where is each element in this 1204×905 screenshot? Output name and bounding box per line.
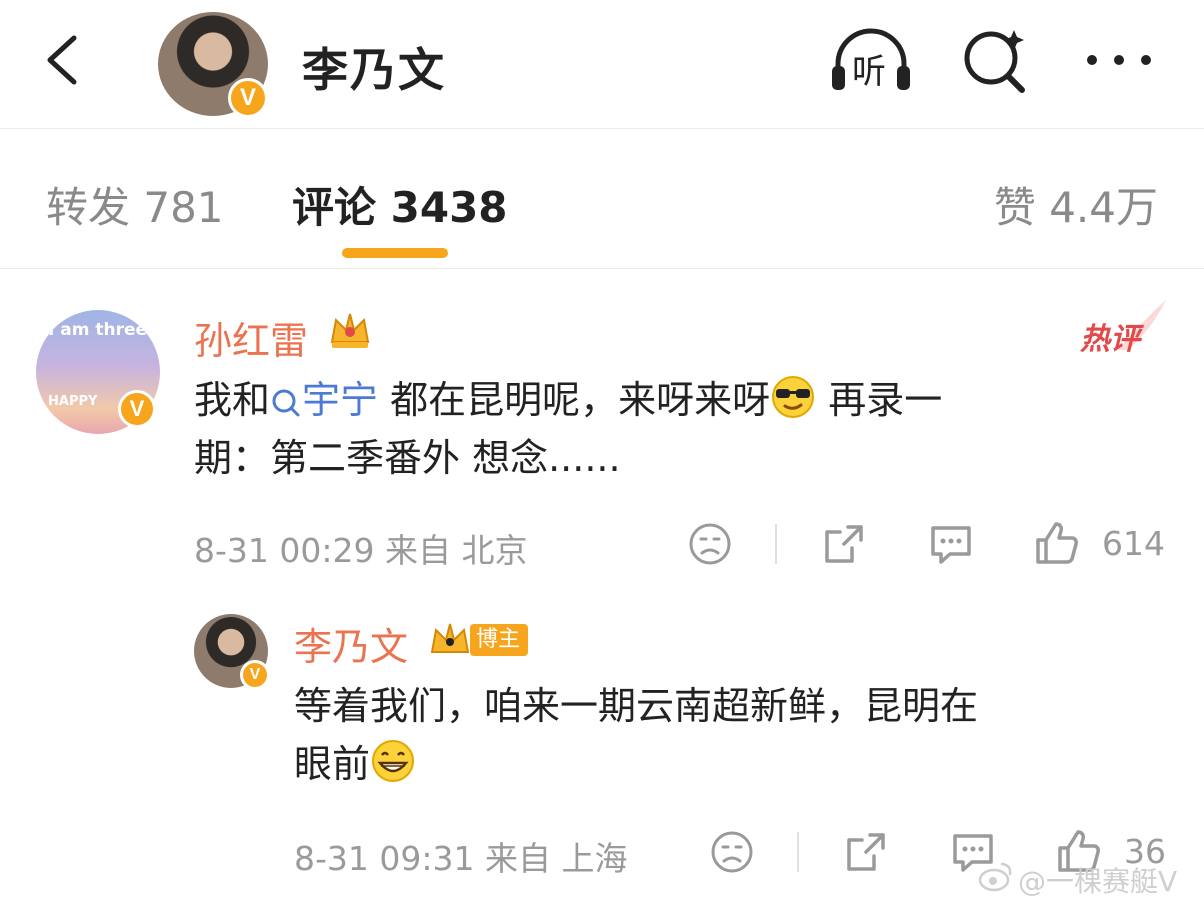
avatar-caption-2: HAPPY	[48, 394, 98, 409]
hot-comment-badge: 热评	[1080, 300, 1170, 360]
search-small-icon	[272, 389, 300, 417]
like-thumb-icon[interactable]	[1034, 520, 1080, 566]
comment-meta: 8-31 00:29 来自 北京	[194, 531, 528, 570]
dislike-face-icon[interactable]	[688, 522, 732, 566]
comment-text: 我和 宇宁 都在昆明呢，来呀来呀 再录一 期：第二季番外 想念......	[194, 371, 1154, 487]
weibo-logo-icon	[978, 862, 1012, 892]
listen-label: 听	[852, 52, 886, 92]
top-bar: V 李乃文 听	[0, 0, 1204, 129]
tab-comment[interactable]: 评论 3438	[292, 174, 508, 235]
listen-headphones-icon[interactable]: 听	[828, 26, 914, 96]
tab-like[interactable]: 赞 4.4万	[994, 174, 1158, 235]
vip-crown-icon	[430, 623, 470, 653]
avatar-caption: I am three	[48, 320, 148, 340]
share-icon[interactable]	[822, 522, 866, 566]
page-title: 李乃文	[302, 43, 446, 97]
dislike-face-icon[interactable]	[710, 830, 754, 874]
watermark: @一棵赛艇V	[1018, 865, 1178, 898]
verified-badge-icon: V	[118, 390, 156, 428]
share-icon[interactable]	[844, 830, 888, 874]
replier-name[interactable]: 李乃文	[294, 616, 408, 671]
post-tabs: 转发 781 评论 3438 赞 4.4万	[0, 130, 1204, 269]
search-icon[interactable]	[960, 24, 1030, 94]
action-divider	[797, 832, 799, 872]
verified-badge-icon: V	[240, 660, 270, 690]
vip-crown-icon	[330, 313, 370, 348]
topic-link[interactable]: 宇宁	[270, 378, 378, 422]
tab-repost[interactable]: 转发 781	[46, 174, 224, 235]
active-tab-indicator	[342, 248, 448, 258]
reply-comment-icon[interactable]	[928, 522, 974, 566]
more-options-icon[interactable]	[1084, 50, 1154, 70]
like-count: 614	[1102, 524, 1165, 563]
verified-badge-icon: V	[228, 78, 268, 118]
cool-sunglasses-emoji-icon	[772, 376, 815, 418]
blogger-badge: 博主	[470, 624, 529, 656]
hot-label: 热评	[1080, 322, 1140, 357]
reply-text: 等着我们，咱来一期云南超新鲜，昆明在 眼前	[294, 684, 979, 786]
reply-meta: 8-31 09:31 来自 上海	[294, 839, 628, 878]
grin-emoji-icon	[372, 740, 415, 782]
action-divider	[775, 524, 777, 564]
commenter-name[interactable]: 孙红雷	[194, 310, 308, 365]
back-arrow-icon[interactable]	[40, 32, 84, 88]
